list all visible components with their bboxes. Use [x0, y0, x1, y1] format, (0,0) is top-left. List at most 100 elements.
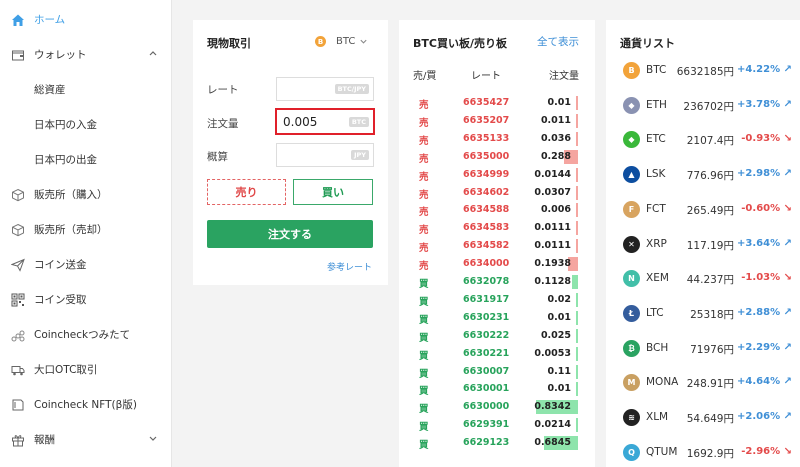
- order-price: 6630222: [463, 329, 510, 341]
- coin-change: +4.22% ↗: [737, 64, 792, 75]
- depth-bar: [576, 131, 578, 146]
- depth-bar: [576, 346, 578, 361]
- see-all-link[interactable]: 全て表示: [537, 34, 579, 49]
- order-amount: 0.0307: [534, 186, 571, 198]
- trend-up-icon: ↗: [783, 98, 792, 110]
- order-side: 買: [419, 350, 429, 362]
- panel-title: 現物取引: [207, 37, 251, 50]
- order-book-row[interactable]: 売 6635427 0.01: [399, 94, 595, 112]
- order-book-row[interactable]: 売 6635133 0.036: [399, 130, 595, 148]
- order-book-row[interactable]: 売 6635000 0.288: [399, 148, 595, 166]
- order-book-row[interactable]: 売 6634602 0.0307: [399, 184, 595, 202]
- trend-down-icon: ↘: [783, 133, 792, 145]
- sidebar-item-nft[interactable]: Coincheck NFT(β版): [0, 387, 172, 422]
- sidebar-item-receive[interactable]: コイン受取: [0, 282, 172, 317]
- coin-change: +2.06% ↗: [737, 411, 792, 422]
- order-amount: 0.8342: [534, 401, 571, 413]
- chevron-up-icon[interactable]: [148, 48, 158, 61]
- sell-button[interactable]: 売り: [207, 179, 286, 205]
- coin-symbol: FCT: [646, 202, 666, 215]
- order-book-row[interactable]: 買 6630231 0.01: [399, 309, 595, 327]
- coin-symbol: XRP: [646, 237, 667, 250]
- coin-symbol: XLM: [646, 411, 669, 423]
- sidebar-item-otc[interactable]: 大口OTC取引: [0, 352, 172, 387]
- coin-row-eth[interactable]: ◆ ETH 236702円 +3.78% ↗: [606, 88, 800, 123]
- rate-label: レート: [207, 84, 239, 96]
- order-price: 6629391: [463, 419, 510, 431]
- order-book-row[interactable]: 売 6634999 0.0144: [399, 166, 595, 184]
- order-book-row[interactable]: 買 6632078 0.1128: [399, 273, 595, 291]
- order-price: 6634999: [463, 168, 510, 180]
- coin-change: +2.29% ↗: [737, 341, 792, 353]
- order-book-row[interactable]: 買 6629391 0.0214: [399, 416, 595, 434]
- sidebar: ホーム ウォレット 総資産 日本円の入金 日本円の出金 販売所（購入） 販売所（…: [0, 0, 172, 467]
- order-amount: 0.1128: [534, 276, 571, 287]
- coin-price: 265.49円: [686, 204, 734, 217]
- order-book-row[interactable]: 買 6630007 0.11: [399, 363, 595, 381]
- buy-button[interactable]: 買い: [293, 179, 373, 205]
- sidebar-item-home[interactable]: ホーム: [0, 2, 172, 37]
- coin-row-xlm[interactable]: ≋ XLM 54.649円 +2.06% ↗: [606, 400, 800, 435]
- coin-row-xrp[interactable]: ✕ XRP 117.19円 +3.64% ↗: [606, 227, 800, 262]
- spot-trade-panel: 現物取引 B BTC レート BTC/JPY 注文量 0.005 BTC 概算 …: [193, 20, 388, 285]
- sidebar-item-jpy-deposit[interactable]: 日本円の入金: [0, 107, 172, 142]
- order-amount: 0.1938: [534, 258, 571, 270]
- qty-input-value: 0.005: [283, 114, 318, 129]
- sidebar-item-wallet[interactable]: ウォレット: [0, 37, 172, 72]
- order-book-row[interactable]: 売 6635207 0.011: [399, 112, 595, 130]
- sidebar-item-label: Coincheckつみたて: [34, 329, 131, 341]
- order-side: 買: [419, 368, 429, 380]
- order-book-row[interactable]: 売 6634582 0.0111: [399, 237, 595, 255]
- sidebar-item-total-assets[interactable]: 総資産: [0, 72, 172, 107]
- bch-icon: ₿: [623, 339, 640, 357]
- btc-icon: B: [623, 62, 640, 79]
- order-side: 売: [419, 100, 429, 111]
- depth-bar: [576, 96, 578, 110]
- order-price: 6630231: [463, 311, 510, 323]
- place-order-button[interactable]: 注文する: [207, 220, 373, 248]
- sidebar-item-buy[interactable]: 販売所（購入）: [0, 177, 172, 212]
- order-amount: 0.006: [540, 204, 571, 216]
- sidebar-item-label: ホーム: [34, 14, 66, 26]
- sidebar-item-send[interactable]: コイン送金: [0, 247, 172, 282]
- coin-price: 236702円: [683, 100, 734, 113]
- coin-row-bch[interactable]: ₿ BCH 71976円 +2.29% ↗: [606, 331, 800, 366]
- order-book-row[interactable]: 売 6634583 0.0111: [399, 219, 595, 237]
- order-side: 売: [419, 135, 429, 147]
- order-book-row[interactable]: 買 6630001 0.01: [399, 380, 595, 398]
- coin-change: -0.60% ↘: [741, 202, 792, 214]
- coin-row-fct[interactable]: F FCT 265.49円 -0.60% ↘: [606, 192, 800, 227]
- coin-row-mona[interactable]: M MONA 248.91円 +4.64% ↗: [606, 365, 800, 400]
- sidebar-item-rewards[interactable]: 報酬: [0, 422, 172, 457]
- sidebar-item-jpy-withdraw[interactable]: 日本円の出金: [0, 142, 172, 177]
- coin-row-xem[interactable]: N XEM 44.237円 -1.03% ↘: [606, 261, 800, 296]
- coin-row-btc[interactable]: B BTC 6632185円 +4.22% ↗: [606, 53, 800, 88]
- order-book-row[interactable]: 買 6630000 0.8342: [399, 398, 595, 416]
- coin-row-etc[interactable]: ◆ ETC 2107.4円 -0.93% ↘: [606, 122, 800, 157]
- coin-row-qtum[interactable]: Q QTUM 1692.9円 -2.96% ↘: [606, 435, 800, 467]
- order-book-row[interactable]: 買 6629123 0.6845: [399, 434, 595, 452]
- reference-rate-link[interactable]: 参考レート: [327, 260, 372, 273]
- sidebar-item-tsumitate[interactable]: Coincheckつみたて: [0, 317, 172, 352]
- qtum-icon: Q: [623, 443, 640, 461]
- order-side: 売: [419, 117, 429, 129]
- sidebar-item-sell[interactable]: 販売所（売却）: [0, 212, 172, 247]
- coin-row-ltc[interactable]: Ł LTC 25318円 +2.88% ↗: [606, 296, 800, 331]
- col-header-rate: レート: [471, 71, 501, 82]
- qty-input[interactable]: 0.005 BTC: [275, 108, 375, 135]
- order-amount: 0.0111: [534, 222, 571, 234]
- coin-symbol: QTUM: [646, 445, 678, 458]
- rate-input[interactable]: BTC/JPY: [276, 77, 374, 101]
- chevron-down-icon[interactable]: [148, 433, 158, 446]
- coin-row-lsk[interactable]: ▲ LSK 776.96円 +2.98% ↗: [606, 157, 800, 192]
- order-book-row[interactable]: 売 6634588 0.006: [399, 201, 595, 219]
- order-book-row[interactable]: 買 6631917 0.02: [399, 291, 595, 309]
- sidebar-item-label: 総資産: [34, 84, 66, 96]
- order-side: 売: [419, 189, 429, 201]
- order-book-row[interactable]: 売 6634000 0.1938: [399, 255, 595, 273]
- order-book-row[interactable]: 買 6630222 0.025: [399, 327, 595, 345]
- estimate-input[interactable]: JPY: [276, 143, 374, 167]
- sidebar-item-label: コイン受取: [34, 294, 87, 306]
- coin-select[interactable]: B BTC: [315, 36, 368, 47]
- order-book-row[interactable]: 買 6630221 0.0053: [399, 345, 595, 363]
